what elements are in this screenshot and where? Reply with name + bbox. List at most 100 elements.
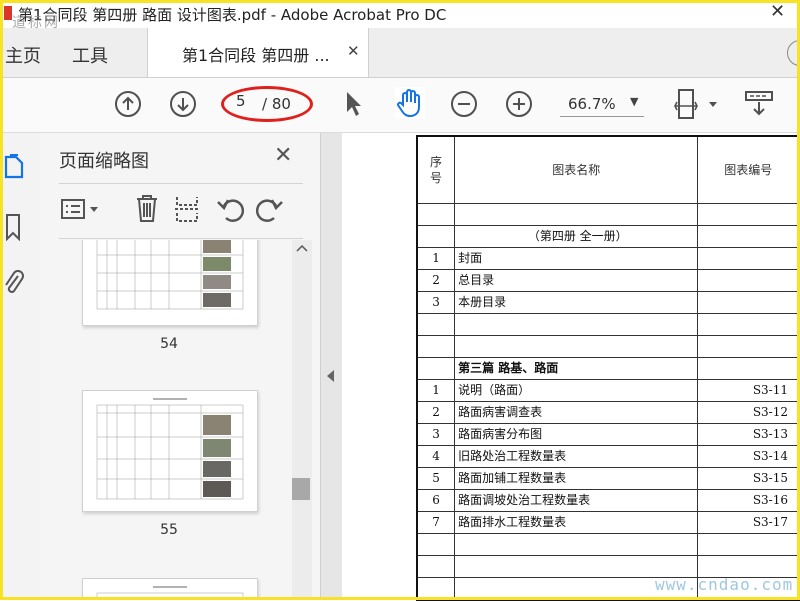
divider xyxy=(59,238,303,239)
rotate-clockwise-icon[interactable] xyxy=(256,196,284,222)
row-name-cell: 路面加铺工程数量表 xyxy=(454,467,699,490)
table-row: 5 路面加铺工程数量表 S3-15 xyxy=(416,467,800,490)
pdf-file-icon xyxy=(4,6,12,20)
hand-tool-icon[interactable] xyxy=(395,87,425,119)
thumbnail-options-icon[interactable] xyxy=(60,197,102,221)
next-page-button[interactable] xyxy=(170,91,196,117)
thumbnail-preview xyxy=(96,586,244,600)
row-name-cell: 总目录 xyxy=(454,269,699,292)
window-title: 第1合同段 第四册 路面 设计图表.pdf - Adobe Acrobat Pr… xyxy=(18,6,447,24)
table-row: 2 总目录 xyxy=(416,269,800,292)
row-name-cell: 说明（路面） xyxy=(454,379,699,402)
previous-page-button[interactable] xyxy=(115,91,141,117)
row-code-cell: S3-11 xyxy=(697,379,800,402)
table-row xyxy=(416,313,800,336)
collapse-panel-arrow-icon[interactable] xyxy=(327,370,334,382)
window-close-button[interactable]: ✕ xyxy=(770,1,785,22)
row-name-cell: 第三篇 路基、路面 xyxy=(454,357,699,380)
row-number-cell: 3 xyxy=(416,291,456,314)
select-cursor-icon[interactable] xyxy=(344,90,364,118)
tab-tools[interactable]: 工具 xyxy=(72,42,108,68)
row-name-cell: 路面病害分布图 xyxy=(454,423,699,446)
arrow-down-icon xyxy=(177,98,189,112)
row-name-cell: 旧路处治工程数量表 xyxy=(454,445,699,468)
table-row: （第四册 全一册） xyxy=(416,225,800,248)
table-row xyxy=(416,533,800,556)
row-number-cell xyxy=(416,555,456,578)
page-thumbnails-icon[interactable] xyxy=(4,153,24,179)
thumbnail-preview xyxy=(96,398,244,500)
row-name-cell xyxy=(454,313,699,336)
read-mode-icon[interactable] xyxy=(744,88,774,120)
extract-pages-icon[interactable] xyxy=(174,195,200,223)
row-number-cell xyxy=(416,225,456,248)
thumbnail-scrollbar[interactable] xyxy=(292,240,312,600)
row-name-cell: 路面调坡处治工程数量表 xyxy=(454,489,699,512)
row-number-cell: 3 xyxy=(416,423,456,446)
header-cell-code: 图表编号 xyxy=(697,135,800,204)
thumbnail-page[interactable] xyxy=(82,390,258,512)
row-number-cell xyxy=(416,335,456,358)
row-number-cell: 6 xyxy=(416,489,456,512)
tab-close-button[interactable]: ✕ xyxy=(347,42,360,60)
navigation-strip xyxy=(0,133,41,600)
watermark-url: www.cndao.com xyxy=(655,575,794,594)
tab-document[interactable]: 第1合同段 第四册 ... ✕ xyxy=(147,28,369,77)
table-row: 7 路面排水工程数量表 S3-17 xyxy=(416,511,800,534)
panel-title: 页面缩略图 xyxy=(59,151,149,172)
highlight-annotation-ellipse xyxy=(221,86,313,122)
zoom-in-button[interactable] xyxy=(506,91,532,117)
panel-close-button[interactable]: ✕ xyxy=(274,143,292,168)
row-code-cell xyxy=(697,335,800,358)
row-number-cell: 2 xyxy=(416,269,456,292)
row-number-cell xyxy=(416,533,456,556)
row-code-cell: S3-14 xyxy=(697,445,800,468)
tab-bar: 主页 工具 第1合同段 第四册 ... ✕ xyxy=(0,28,800,78)
row-number-cell: 2 xyxy=(416,401,456,424)
scrollbar-thumb[interactable] xyxy=(292,478,310,500)
row-name-cell: 路面排水工程数量表 xyxy=(454,511,699,534)
header-cell-number: 序 号 xyxy=(416,135,456,204)
bookmark-icon[interactable] xyxy=(4,213,22,241)
table-row: 3 本册目录 xyxy=(416,291,800,314)
table-row: 4 旧路处治工程数量表 S3-14 xyxy=(416,445,800,468)
row-code-cell: S3-13 xyxy=(697,423,800,446)
plus-icon xyxy=(513,98,525,110)
arrow-up-icon xyxy=(122,96,134,110)
row-number-cell: 1 xyxy=(416,379,456,402)
zoom-out-button[interactable] xyxy=(451,91,477,117)
row-name-cell: 封面 xyxy=(454,247,699,270)
row-number-cell: 1 xyxy=(416,247,456,270)
account-icon[interactable] xyxy=(787,40,800,66)
header-cell-name: 图表名称 xyxy=(454,135,699,204)
trash-icon[interactable] xyxy=(135,193,159,223)
zoom-level-dropdown[interactable]: 66.7% ▼ xyxy=(560,92,644,117)
row-code-cell: S3-16 xyxy=(697,489,800,512)
fit-page-icon[interactable] xyxy=(673,88,719,120)
page-thumbnails-panel: 页面缩略图 ✕ 54 55 xyxy=(40,133,321,600)
table-row: 2 路面病害调查表 S3-12 xyxy=(416,401,800,424)
row-code-cell xyxy=(697,225,800,248)
row-code-cell: S3-17 xyxy=(697,511,800,534)
row-number-cell: 7 xyxy=(416,511,456,534)
scroll-up-icon[interactable] xyxy=(292,240,312,256)
thumbnail-page-number: 55 xyxy=(160,522,178,538)
contents-table: 序 号 图表名称 图表编号 （第四册 全一册） 1 封面 2 总目录 3 本册目录 第三篇 路… xyxy=(416,135,800,601)
row-number-cell: 5 xyxy=(416,467,456,490)
table-header-row: 序 号 图表名称 图表编号 xyxy=(416,135,800,204)
thumbnail-list: 54 55 xyxy=(40,240,292,600)
row-number-cell xyxy=(416,203,456,226)
table-row: 3 路面病害分布图 S3-13 xyxy=(416,423,800,446)
table-row: 6 路面调坡处治工程数量表 S3-16 xyxy=(416,489,800,512)
thumbnail-page[interactable] xyxy=(82,240,258,326)
row-code-cell xyxy=(697,247,800,270)
table-row xyxy=(416,203,800,226)
row-number-cell xyxy=(416,313,456,336)
tab-home[interactable]: 主页 xyxy=(5,42,41,68)
row-number-cell xyxy=(416,577,456,601)
row-code-cell xyxy=(697,357,800,380)
rotate-counterclockwise-icon[interactable] xyxy=(216,196,244,222)
thumbnail-page[interactable] xyxy=(82,578,258,600)
row-number-cell: 4 xyxy=(416,445,456,468)
attachment-icon[interactable] xyxy=(2,268,24,296)
